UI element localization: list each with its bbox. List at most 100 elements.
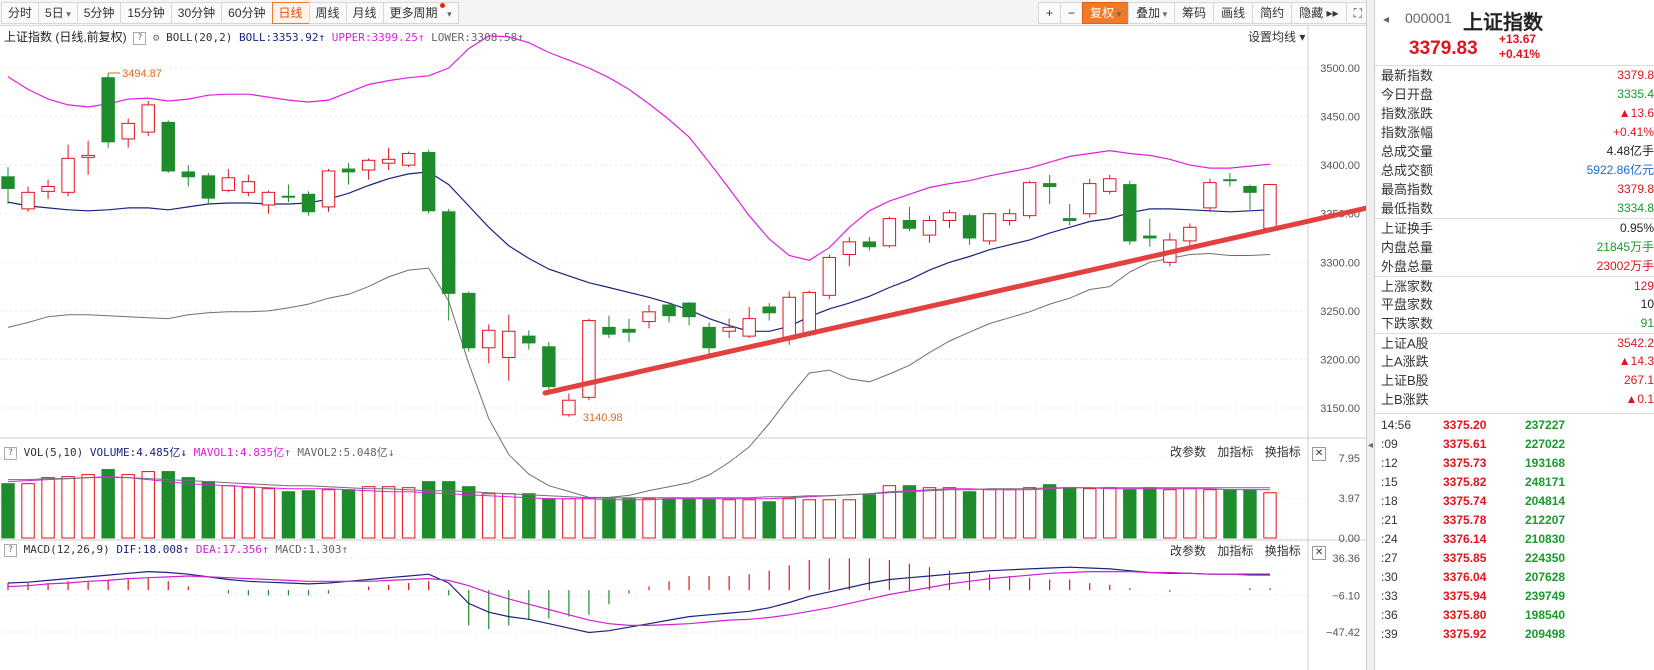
hide-button[interactable]: 隐藏 ▸▸ xyxy=(1291,2,1347,24)
quote-field-value: 4.48亿手 xyxy=(1606,144,1654,158)
add-indicator-button[interactable]: 加指标 xyxy=(1217,544,1253,558)
quote-field-label: 总成交量 xyxy=(1381,144,1434,159)
main-legend: 上证指数 (日线,前复权) ? ⚙ BOLL(20,2) BOLL:3353.9… xyxy=(4,30,524,45)
quote-field: 最高指数 3379.8 xyxy=(1375,180,1654,199)
tick-volume: 193168 xyxy=(1525,456,1566,470)
quote-field-value: 3335.4 xyxy=(1617,87,1654,101)
volume-bar xyxy=(782,498,796,539)
chips-button[interactable]: 筹码 xyxy=(1174,2,1215,24)
panel-splitter[interactable]: ◂ xyxy=(1366,0,1374,670)
candle-body xyxy=(1263,184,1277,229)
volume-bar xyxy=(121,474,135,539)
volume-bar xyxy=(141,471,155,539)
switch-indicator-button[interactable]: 换指标 xyxy=(1265,445,1301,459)
quote-field-label: 上证A股 xyxy=(1381,336,1429,351)
tick-volume: 237227 xyxy=(1525,418,1566,432)
period-tab[interactable]: 月线 xyxy=(345,1,384,24)
period-tab[interactable]: 15分钟 xyxy=(120,1,172,24)
tick-row: :33 3375.94 239749 xyxy=(1375,587,1654,606)
edit-params-button[interactable]: 改参数 xyxy=(1170,544,1206,558)
quote-field-value: 3379.8 xyxy=(1617,68,1654,82)
help-icon[interactable]: ? xyxy=(133,31,147,45)
quote-field: 上证B股 267.1 xyxy=(1375,371,1654,390)
volume-bar xyxy=(421,481,436,539)
period-tab[interactable]: 60分钟 xyxy=(221,1,273,24)
y-tick-label: 3500.00 xyxy=(1320,63,1360,75)
close-icon[interactable]: ✕ xyxy=(1312,447,1327,461)
period-tab[interactable]: 周线 xyxy=(308,1,347,24)
zoom-out-button[interactable]: − xyxy=(1060,2,1084,24)
volume-bar xyxy=(762,501,776,539)
volume-bar xyxy=(822,499,837,539)
volume-bar xyxy=(281,491,296,539)
candle-body xyxy=(161,121,175,172)
volume-bar xyxy=(522,493,536,539)
edit-params-button[interactable]: 改参数 xyxy=(1170,445,1206,459)
volume-bar xyxy=(161,471,175,539)
mavol1-value: MAVOL1:4.835亿 xyxy=(193,446,285,459)
gear-icon[interactable]: ⚙ xyxy=(153,31,160,44)
quote-field-label: 上涨家数 xyxy=(1381,279,1434,294)
quote-field-label: 上B涨跌 xyxy=(1381,392,1429,407)
close-icon[interactable]: ✕ xyxy=(1312,546,1327,560)
upper-value: UPPER:3399.25 xyxy=(331,31,418,44)
simple-button[interactable]: 简约 xyxy=(1252,2,1293,24)
candle-body xyxy=(1,176,15,189)
tick-time: :27 xyxy=(1381,551,1398,565)
candle-body xyxy=(1163,239,1177,263)
quote-field-label: 上证B股 xyxy=(1381,373,1429,388)
help-icon[interactable]: ? xyxy=(4,446,17,460)
volume-bar xyxy=(261,488,276,539)
volume-bar xyxy=(1203,489,1217,539)
volume-bar xyxy=(381,486,396,539)
draw-button[interactable]: 画线 xyxy=(1213,2,1254,24)
adjust-button[interactable]: 复权 xyxy=(1082,2,1130,24)
tick-row: :24 3376.14 210830 xyxy=(1375,530,1654,549)
candle-body xyxy=(421,152,436,212)
volume-bar xyxy=(542,498,556,539)
quote-field-value: ▲14.3 xyxy=(1618,354,1654,368)
overlay-button[interactable]: 叠加 xyxy=(1128,2,1176,24)
period-tab[interactable]: 更多周期 xyxy=(382,1,459,24)
candle-body xyxy=(562,399,576,416)
tick-volume: 227022 xyxy=(1525,437,1566,451)
period-tab[interactable]: 5日 xyxy=(38,1,78,24)
volume-bar xyxy=(1243,489,1257,539)
set-ma-button[interactable]: 设置均线 ▾ xyxy=(1248,28,1305,45)
tick-volume: 239749 xyxy=(1525,589,1566,603)
boll-label: BOLL(20,2) xyxy=(166,31,233,44)
candle-body xyxy=(822,256,837,296)
tick-price: 3375.82 xyxy=(1443,475,1487,489)
zoom-in-button[interactable]: + xyxy=(1038,2,1062,24)
tick-price: 3375.78 xyxy=(1443,513,1487,527)
tick-price: 3376.14 xyxy=(1443,532,1487,546)
quote-field: 上A涨跌 ▲14.3 xyxy=(1375,352,1654,371)
tick-volume: 248171 xyxy=(1525,475,1566,489)
y-tick-label: 36.36 xyxy=(1332,553,1360,565)
dif-value: DIF:18.008 xyxy=(116,543,183,556)
trend-arrow xyxy=(542,205,1366,396)
tick-price: 3375.20 xyxy=(1443,418,1487,432)
volume-bar xyxy=(842,499,857,539)
volume-bar xyxy=(1002,489,1017,539)
volume-bar xyxy=(401,487,416,539)
period-tab[interactable]: 30分钟 xyxy=(170,1,223,24)
volume-bar xyxy=(662,498,676,539)
kline-chart[interactable]: 3500.00 3450.00 3400.00 3350.00 3300.00 3250.… xyxy=(0,0,1366,670)
volume-bar xyxy=(341,489,356,539)
quote-field-value: 3379.8 xyxy=(1617,182,1654,196)
tick-price: 3375.61 xyxy=(1443,437,1487,451)
add-indicator-button[interactable]: 加指标 xyxy=(1217,445,1253,459)
volume-bar xyxy=(1083,488,1097,539)
period-tab[interactable]: 日线 xyxy=(271,1,310,24)
help-icon[interactable]: ? xyxy=(4,543,17,557)
volume-bar xyxy=(922,487,937,539)
candle-body xyxy=(962,215,977,239)
tick-price: 3375.73 xyxy=(1443,456,1487,470)
switch-indicator-button[interactable]: 换指标 xyxy=(1265,544,1301,558)
period-tab[interactable]: 分时 xyxy=(1,1,40,24)
collapse-icon[interactable]: ◂ xyxy=(1383,12,1389,26)
period-tab[interactable]: 5分钟 xyxy=(76,1,122,24)
volume-bar xyxy=(321,489,336,539)
dea-value: DEA:17.356 xyxy=(195,543,263,556)
